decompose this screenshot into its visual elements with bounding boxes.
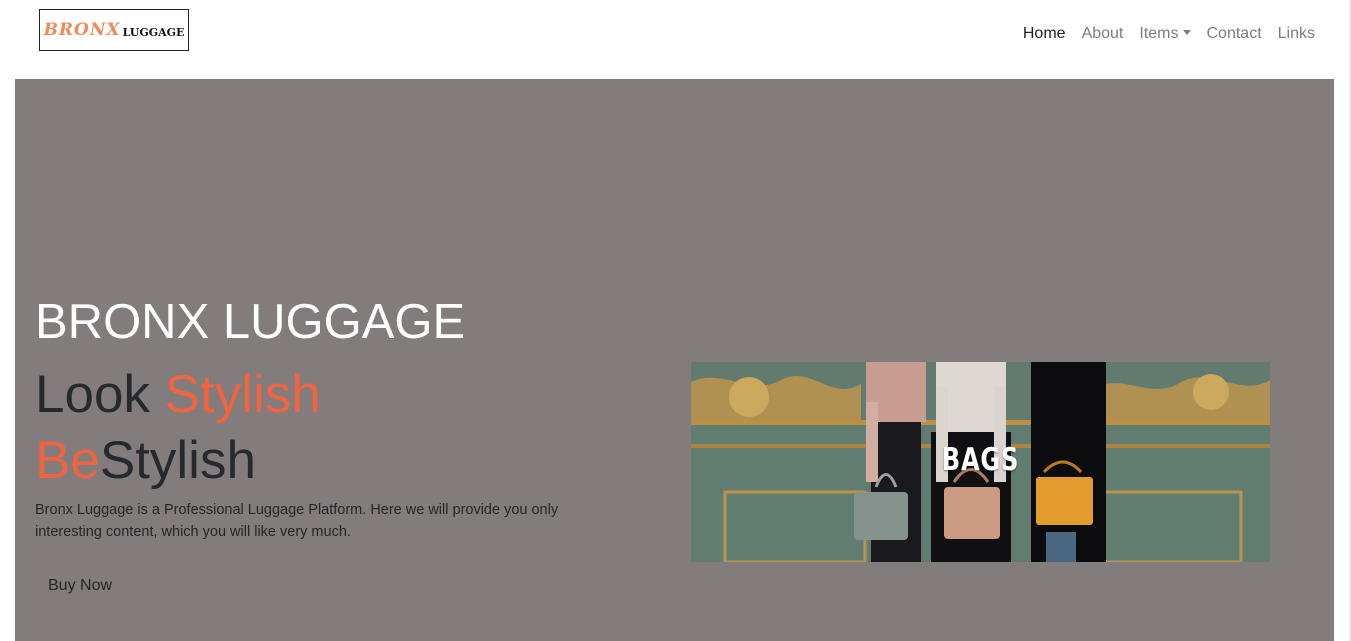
nav-link-items[interactable]: Items bbox=[1131, 22, 1198, 46]
logo-luggage-text: LUGGAGE bbox=[122, 25, 185, 39]
hero-tagline: Look Stylish BeStylish bbox=[35, 362, 321, 494]
nav-link-items-label: Items bbox=[1139, 25, 1179, 42]
nav-link-contact[interactable]: Contact bbox=[1199, 22, 1270, 46]
nav-link-about[interactable]: About bbox=[1074, 22, 1132, 46]
tagline-line-2: BeStylish bbox=[35, 428, 321, 494]
bags-banner-label: BAGS bbox=[941, 442, 1020, 478]
hero-description: Bronx Luggage is a Professional Luggage … bbox=[35, 502, 559, 540]
nav-menu: Home About Items Contact Links bbox=[1015, 22, 1323, 46]
buy-now-button[interactable]: Buy Now bbox=[35, 570, 125, 602]
page: BRONX LUGGAGE Home About Items Contact L… bbox=[0, 0, 1351, 641]
tagline-line-1: Look Stylish bbox=[35, 362, 321, 428]
hero-section: BRONX LUGGAGE Look Stylish BeStylish Bro… bbox=[15, 79, 1334, 641]
logo[interactable]: BRONX LUGGAGE bbox=[39, 9, 189, 51]
tagline-word-stylish-2: Stylish bbox=[99, 431, 256, 490]
tagline-word-stylish: Stylish bbox=[164, 365, 321, 424]
navbar: BRONX LUGGAGE Home About Items Contact L… bbox=[0, 0, 1349, 79]
logo-bronx-text: BRONX bbox=[43, 20, 121, 40]
tagline-word-look: Look bbox=[35, 365, 165, 424]
nav-link-home[interactable]: Home bbox=[1015, 22, 1074, 46]
hero-brand-title: BRONX LUGGAGE bbox=[35, 295, 466, 349]
bags-banner-image: BAGS bbox=[691, 362, 1270, 562]
tagline-word-be: Be bbox=[35, 431, 100, 490]
caret-down-icon bbox=[1182, 30, 1191, 35]
nav-link-links[interactable]: Links bbox=[1270, 22, 1323, 46]
